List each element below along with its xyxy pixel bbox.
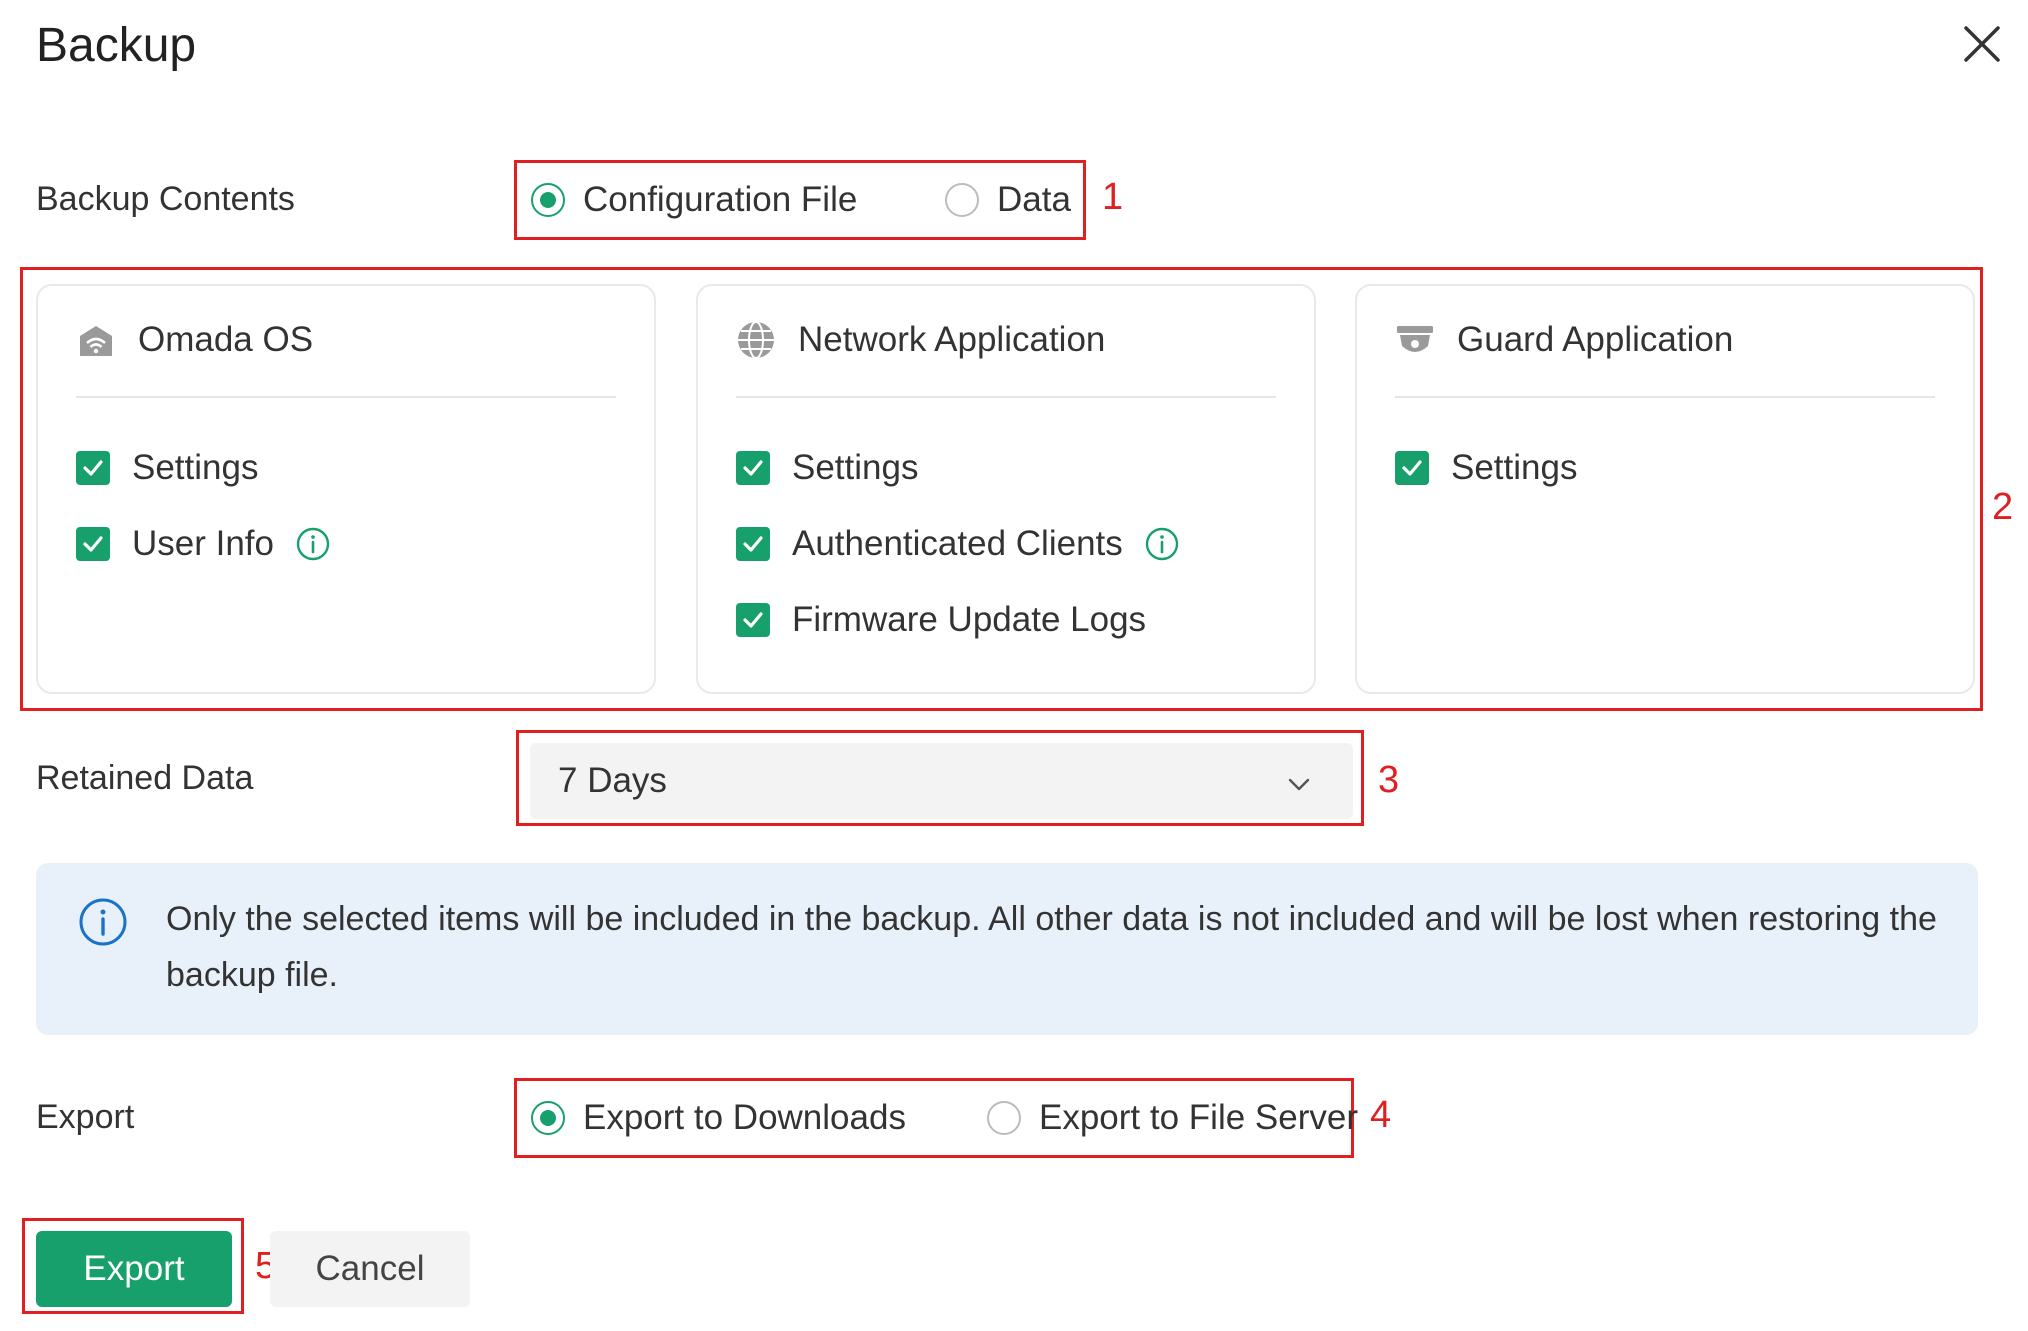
info-circle-icon — [78, 897, 128, 952]
checkbox-label: Authenticated Clients — [792, 524, 1123, 563]
card-header: Guard Application — [1395, 320, 1935, 398]
card-omada-os: Omada OS Settings User Info — [36, 284, 656, 694]
checkbox-label: Settings — [1451, 448, 1578, 487]
checkbox-label: Firmware Update Logs — [792, 600, 1147, 639]
camera-icon — [1395, 320, 1435, 360]
annotation-marker-3: 3 — [1378, 759, 1400, 801]
retained-data-label: Retained Data — [36, 759, 254, 797]
radio-indicator-selected[interactable] — [531, 1101, 565, 1135]
radio-export-to-downloads[interactable]: Export to Downloads — [531, 1098, 906, 1138]
retained-data-select[interactable]: 7 Days — [530, 743, 1353, 819]
dialog-title: Backup — [36, 19, 197, 72]
radio-indicator[interactable] — [945, 183, 979, 217]
annotation-marker-2: 2 — [1992, 486, 2014, 528]
select-value: 7 Days — [558, 761, 667, 800]
radio-indicator[interactable] — [987, 1101, 1021, 1135]
info-icon[interactable] — [296, 527, 330, 561]
omada-os-icon — [76, 320, 116, 360]
checkbox-label: User Info — [132, 524, 274, 563]
radio-label: Export to Downloads — [583, 1098, 906, 1137]
notice-text: Only the selected items will be included… — [166, 900, 1937, 994]
card-header: Network Application — [736, 320, 1276, 398]
info-icon[interactable] — [1145, 527, 1179, 561]
checkbox-checked[interactable] — [736, 603, 770, 637]
radio-label: Configuration File — [583, 180, 858, 219]
export-label: Export — [36, 1098, 135, 1136]
card-title: Omada OS — [138, 320, 314, 359]
annotation-marker-4: 4 — [1370, 1094, 1392, 1136]
checkbox-omada-user-info[interactable]: User Info — [76, 524, 330, 564]
checkbox-label: Settings — [132, 448, 259, 487]
card-network-application: Network Application Settings Authenticat… — [696, 284, 1316, 694]
radio-configuration-file[interactable]: Configuration File — [531, 180, 857, 220]
checkbox-checked[interactable] — [1395, 451, 1429, 485]
radio-indicator-selected[interactable] — [531, 183, 565, 217]
chevron-down-icon[interactable] — [1285, 767, 1313, 795]
checkbox-network-settings[interactable]: Settings — [736, 448, 918, 488]
backup-contents-label: Backup Contents — [36, 180, 295, 218]
card-guard-application: Guard Application Settings — [1355, 284, 1975, 694]
checkbox-checked[interactable] — [76, 527, 110, 561]
checkbox-omada-settings[interactable]: Settings — [76, 448, 258, 488]
checkbox-firmware-update-logs[interactable]: Firmware Update Logs — [736, 600, 1146, 640]
card-title: Guard Application — [1457, 320, 1734, 359]
info-notice: Only the selected items will be included… — [36, 863, 1978, 1035]
checkbox-checked[interactable] — [736, 527, 770, 561]
cancel-button[interactable]: Cancel — [270, 1231, 470, 1307]
checkbox-checked[interactable] — [76, 451, 110, 485]
radio-data[interactable]: Data — [945, 180, 1071, 220]
radio-label: Data — [997, 180, 1071, 219]
globe-icon — [736, 320, 776, 360]
close-icon[interactable] — [1962, 24, 2002, 64]
checkbox-checked[interactable] — [736, 451, 770, 485]
checkbox-authenticated-clients[interactable]: Authenticated Clients — [736, 524, 1179, 564]
radio-label: Export to File Server — [1039, 1098, 1358, 1137]
checkbox-label: Settings — [792, 448, 919, 487]
radio-export-to-file-server[interactable]: Export to File Server — [987, 1098, 1358, 1138]
annotation-marker-1: 1 — [1102, 176, 1124, 218]
checkbox-guard-settings[interactable]: Settings — [1395, 448, 1577, 488]
card-header: Omada OS — [76, 320, 616, 398]
export-button[interactable]: Export — [36, 1231, 232, 1307]
card-title: Network Application — [798, 320, 1106, 359]
